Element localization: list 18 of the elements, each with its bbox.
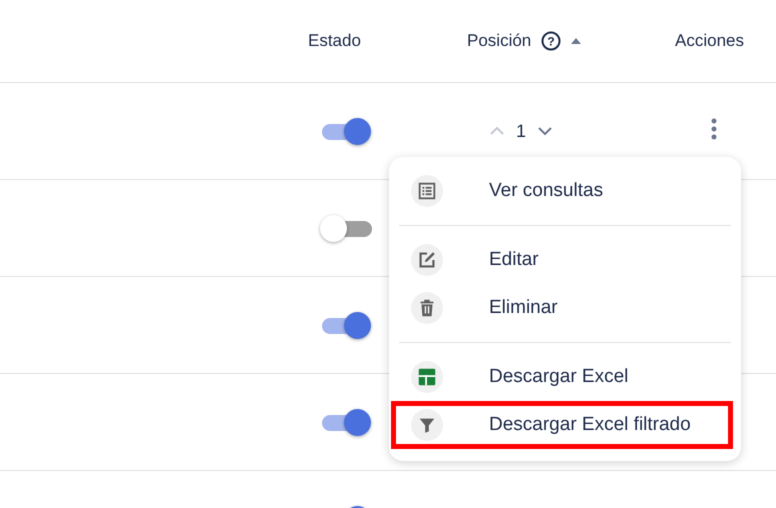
status-toggle[interactable] bbox=[320, 408, 372, 436]
list-icon bbox=[416, 180, 438, 202]
status-toggle[interactable] bbox=[320, 311, 372, 339]
sort-ascending-icon[interactable] bbox=[571, 38, 582, 44]
status-toggle[interactable] bbox=[320, 117, 372, 145]
menu-item[interactable]: Editar bbox=[391, 236, 739, 284]
column-header[interactable]: Posición bbox=[467, 31, 532, 51]
menu-item[interactable]: Descargar Excel bbox=[391, 353, 739, 401]
column-header: Estado bbox=[308, 31, 361, 51]
menu-item[interactable]: Descargar Excel filtrado bbox=[391, 401, 733, 449]
help-icon[interactable]: ? bbox=[541, 31, 562, 51]
menu-item[interactable]: Ver consultas bbox=[391, 167, 739, 215]
menu-item[interactable]: Eliminar bbox=[391, 284, 739, 332]
spreadsheet-icon bbox=[416, 366, 438, 388]
more-options-icon[interactable] bbox=[710, 118, 718, 140]
column-header: Acciones bbox=[675, 31, 744, 51]
position-number: 1 bbox=[516, 120, 526, 142]
status-toggle[interactable] bbox=[320, 214, 372, 242]
